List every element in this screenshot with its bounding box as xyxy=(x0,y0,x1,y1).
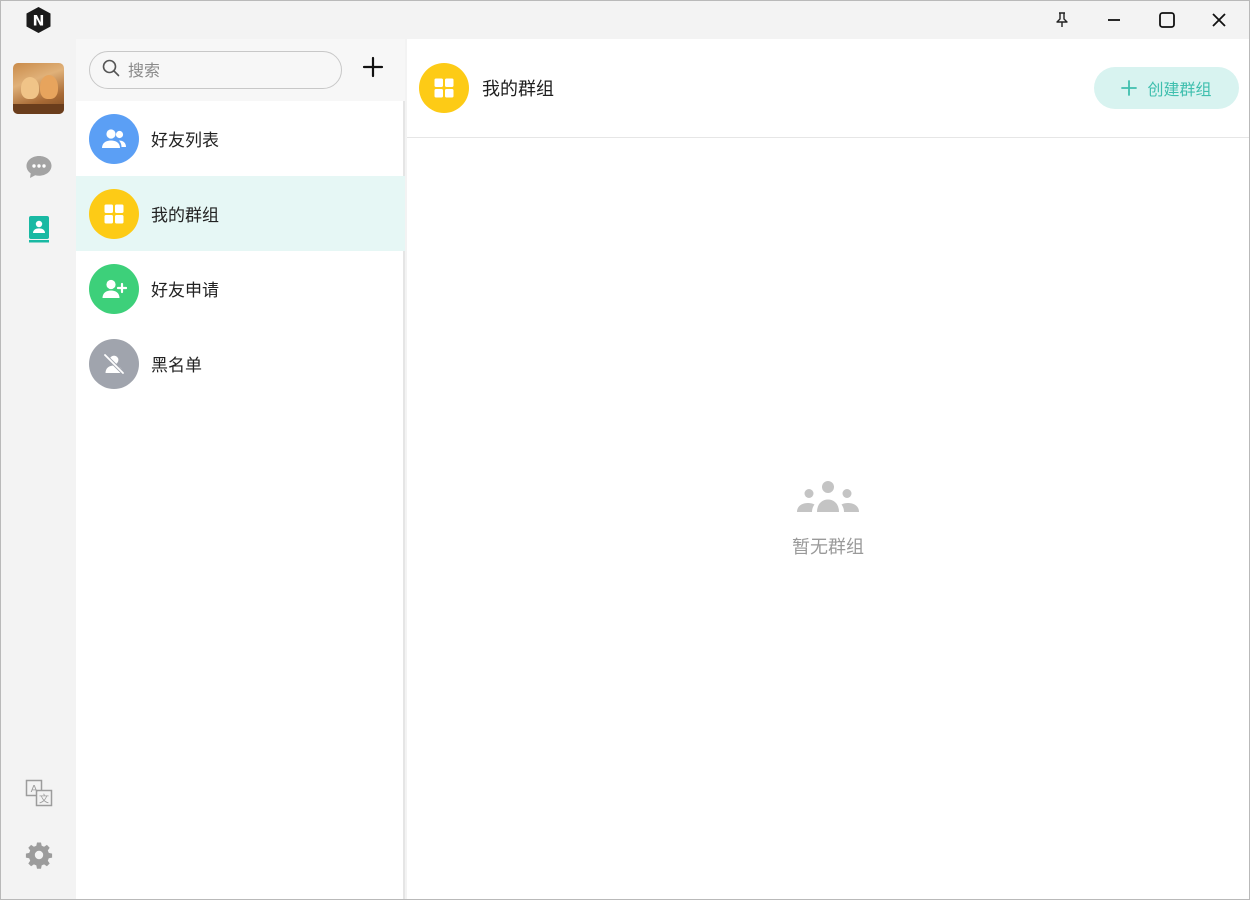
nav-item-blacklist[interactable]: 黑名单 xyxy=(76,326,405,401)
group-grid-icon xyxy=(89,188,139,239)
search-icon xyxy=(102,59,120,81)
chat-bubble-icon xyxy=(25,154,53,184)
page-title: 我的群组 xyxy=(482,79,554,100)
nav-rail: A 文 xyxy=(1,39,76,899)
nav-item-friend-requests[interactable]: 好友申请 xyxy=(76,251,405,326)
nav-item-friends[interactable]: 好友列表 xyxy=(76,101,405,176)
nav-item-label: 好友申请 xyxy=(151,281,219,301)
close-icon xyxy=(1211,12,1227,28)
minimize-button[interactable] xyxy=(1090,1,1138,39)
pin-icon xyxy=(1055,12,1069,28)
svg-text:文: 文 xyxy=(39,793,49,806)
settings-button[interactable] xyxy=(23,841,55,873)
group-people-icon xyxy=(795,479,861,519)
nav-item-label: 好友列表 xyxy=(151,131,219,151)
gear-icon xyxy=(25,841,53,873)
app-window: N A 文 搜索 好友列表 我的群组 好友申请 黑名单 我的群组 创建群组 暂无… xyxy=(0,0,1250,900)
add-person-icon xyxy=(89,263,139,314)
svg-text:N: N xyxy=(33,14,45,30)
translate-button[interactable]: A 文 xyxy=(23,779,55,811)
search-box[interactable] xyxy=(89,51,342,89)
close-button[interactable] xyxy=(1195,1,1243,39)
pin-button[interactable] xyxy=(1038,1,1086,39)
friends-icon xyxy=(89,113,139,164)
empty-state-text: 暂无群组 xyxy=(792,537,864,558)
search-row xyxy=(76,39,405,101)
avatar-photo-detail xyxy=(13,104,64,114)
chat-nav-button[interactable] xyxy=(23,153,55,185)
avatar[interactable] xyxy=(13,63,64,114)
content-header: 我的群组 创建群组 xyxy=(407,39,1249,138)
search-input[interactable] xyxy=(128,60,328,80)
translate-icon: A 文 xyxy=(25,779,53,811)
create-group-label: 创建群组 xyxy=(1147,80,1212,99)
avatar-photo-detail xyxy=(40,75,58,99)
svg-text:A: A xyxy=(31,784,38,795)
minimize-icon xyxy=(1106,12,1122,28)
group-grid-icon xyxy=(419,63,469,113)
empty-state: 暂无群组 xyxy=(407,479,1249,559)
block-person-icon xyxy=(89,338,139,389)
title-bar[interactable]: N xyxy=(1,1,1249,39)
plus-icon xyxy=(362,56,384,82)
maximize-icon xyxy=(1158,11,1176,29)
contacts-list-panel: 好友列表 我的群组 好友申请 xyxy=(76,39,405,899)
nav-item-label: 我的群组 xyxy=(151,206,219,226)
n-hexagon-logo-icon: N xyxy=(25,6,52,34)
contacts-nav-button[interactable] xyxy=(23,215,55,247)
nav-item-label: 黑名单 xyxy=(151,356,202,376)
avatar-photo-detail xyxy=(21,77,39,99)
contacts-book-icon xyxy=(27,215,51,247)
add-button[interactable] xyxy=(358,54,388,84)
plus-icon xyxy=(1121,80,1138,96)
maximize-button[interactable] xyxy=(1143,1,1191,39)
nav-item-groups[interactable]: 我的群组 xyxy=(76,176,405,251)
group-content-area: 我的群组 创建群组 暂无群组 xyxy=(407,39,1249,899)
create-group-button[interactable]: 创建群组 xyxy=(1094,67,1239,109)
